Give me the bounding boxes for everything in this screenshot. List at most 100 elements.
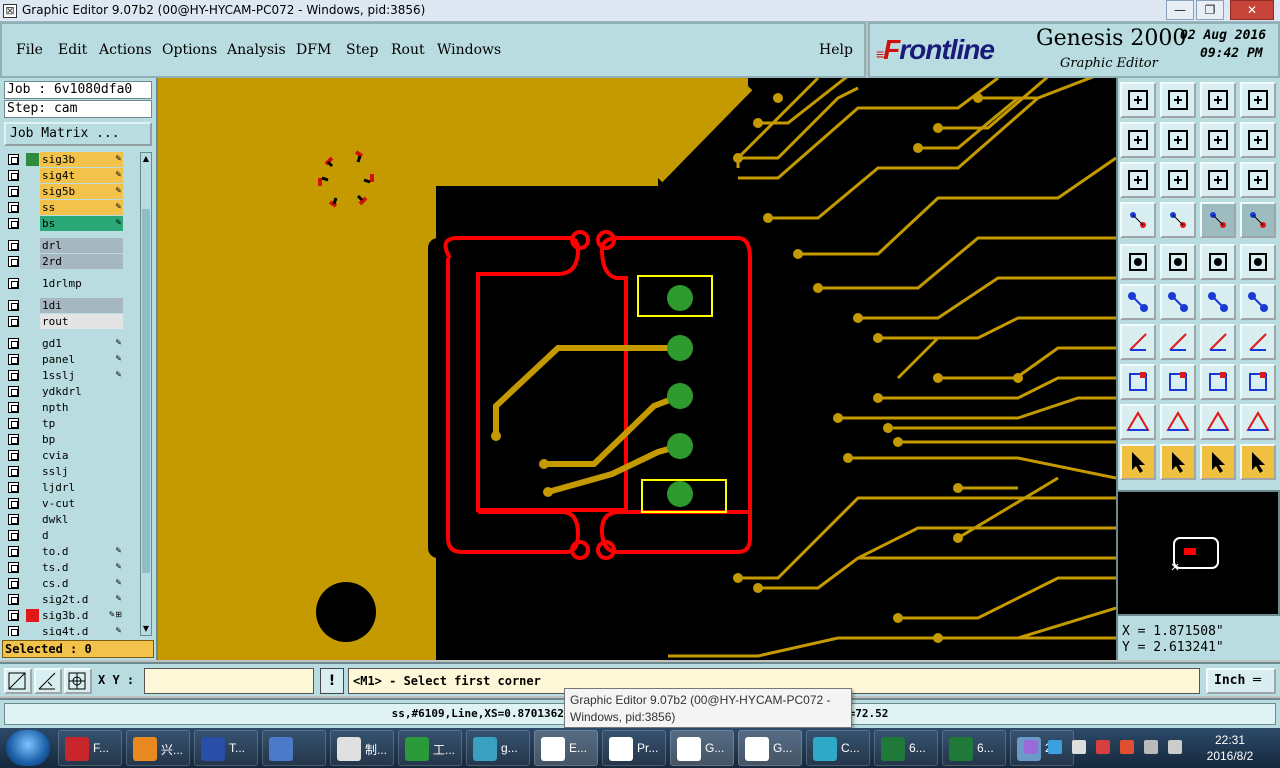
execute-button[interactable]: ! (320, 668, 344, 694)
layer-checkbox[interactable] (8, 386, 19, 397)
layer-swatch[interactable] (26, 255, 39, 268)
layer-swatch[interactable] (26, 401, 39, 414)
tray-icon[interactable] (1048, 740, 1062, 754)
menu-windows[interactable]: Windows (437, 42, 501, 58)
layer-row[interactable]: sig3b ✎ (4, 152, 138, 167)
layer-name[interactable]: to.d (40, 544, 123, 559)
layer-row[interactable]: ydkdrl (4, 384, 138, 399)
layer-name[interactable]: rout (40, 314, 123, 329)
layer-name[interactable]: 1sslj (40, 368, 123, 383)
layer-name[interactable]: 1di (40, 298, 123, 313)
taskbar-app-button[interactable]: C... (806, 730, 870, 766)
taskbar-clock[interactable]: 22:31 2016/8/2 (1192, 732, 1268, 764)
close-button[interactable]: ✕ (1230, 0, 1274, 20)
surface-icon[interactable] (1120, 364, 1156, 400)
select-alt-icon[interactable] (1160, 444, 1196, 480)
layer-checkbox[interactable] (8, 578, 19, 589)
flip-icon[interactable] (1240, 324, 1276, 360)
layer-checkbox[interactable] (8, 546, 19, 557)
layer-row[interactable]: sig4t.d ✎ (4, 624, 138, 636)
layer-row[interactable]: to.d ✎ (4, 544, 138, 559)
triangle-alt-icon[interactable] (1160, 404, 1196, 440)
layer-swatch[interactable] (26, 315, 39, 328)
layer-name[interactable]: ts.d (40, 560, 123, 575)
menu-step[interactable]: Step (346, 42, 378, 58)
maximize-button[interactable]: ❐ (1196, 0, 1224, 20)
layer-swatch[interactable] (26, 625, 39, 636)
move-left-icon[interactable] (1120, 122, 1156, 158)
scroll-up-icon[interactable]: ▲ (141, 153, 151, 165)
angle-mode-icon[interactable] (34, 668, 62, 694)
layer-swatch[interactable] (26, 153, 39, 166)
zoom-center-icon[interactable] (1160, 162, 1196, 198)
layer-row[interactable]: sig5b ✎ (4, 184, 138, 199)
layer-row[interactable]: rout (4, 314, 138, 329)
layer-checkbox[interactable] (8, 402, 19, 413)
layer-swatch[interactable] (26, 465, 39, 478)
layer-checkbox[interactable] (8, 562, 19, 573)
layer-row[interactable]: ss ✎ (4, 200, 138, 215)
layer-swatch[interactable] (26, 277, 39, 290)
network-icon[interactable] (1168, 740, 1182, 754)
layer-swatch[interactable] (26, 577, 39, 590)
menu-analysis[interactable]: Analysis (227, 42, 286, 58)
job-matrix-button[interactable]: Job Matrix ... (4, 122, 152, 146)
taskbar-app-button[interactable]: 兴... (126, 730, 190, 766)
triangle-icon[interactable] (1120, 404, 1156, 440)
layer-checkbox[interactable] (8, 530, 19, 541)
layer-row[interactable]: cvia (4, 448, 138, 463)
help-icon[interactable] (1240, 162, 1276, 198)
xy-input[interactable] (144, 668, 314, 694)
menu-rout[interactable]: Rout (391, 42, 425, 58)
minimize-button[interactable]: — (1166, 0, 1194, 20)
layer-checkbox[interactable] (8, 482, 19, 493)
layer-name[interactable]: npth (40, 400, 123, 415)
move-right-icon[interactable] (1160, 122, 1196, 158)
cross-icon[interactable] (1160, 284, 1196, 320)
layer-swatch[interactable] (26, 337, 39, 350)
layer-swatch[interactable] (26, 545, 39, 558)
layer-row[interactable]: sslj (4, 464, 138, 479)
grid-mode-icon[interactable] (64, 668, 92, 694)
layer-swatch[interactable] (26, 481, 39, 494)
app-icon[interactable]: ⊠ (3, 4, 17, 18)
tray-icon[interactable] (1024, 740, 1038, 754)
layer-swatch[interactable] (26, 185, 39, 198)
save-icon[interactable] (1160, 82, 1196, 118)
taskbar-app-button[interactable]: G... (738, 730, 802, 766)
layer-checkbox[interactable] (8, 186, 19, 197)
layer-swatch[interactable] (26, 433, 39, 446)
layer-row[interactable]: cs.d ✎ (4, 576, 138, 591)
split-icon[interactable] (1160, 364, 1196, 400)
taskbar-app-button[interactable]: Pr... (602, 730, 666, 766)
layer-name[interactable]: bs (40, 216, 123, 231)
start-button[interactable] (6, 730, 50, 766)
layer-name[interactable]: gd1 (40, 336, 123, 351)
layer-name[interactable]: bp (40, 432, 123, 447)
layer-row[interactable]: 1sslj ✎ (4, 368, 138, 383)
transform-icon[interactable] (1160, 244, 1196, 280)
taskbar-app-button[interactable]: 制... (330, 730, 394, 766)
triangle-blue-icon[interactable] (1240, 404, 1276, 440)
menu-help[interactable]: Help (819, 42, 853, 58)
layer-compare-icon[interactable] (1200, 202, 1236, 238)
layer-swatch[interactable] (26, 417, 39, 430)
overview-preview[interactable] (1116, 490, 1280, 616)
layer-checkbox[interactable] (8, 610, 19, 621)
layer-row[interactable]: dwkl (4, 512, 138, 527)
layer-name[interactable]: panel (40, 352, 123, 367)
layer-checkbox[interactable] (8, 202, 19, 213)
taskbar-app-button[interactable] (262, 730, 326, 766)
layer-checkbox[interactable] (8, 466, 19, 477)
swap-icon[interactable] (1200, 122, 1236, 158)
taskbar-app-button[interactable]: E... (534, 730, 598, 766)
pcb-drawing[interactable] (158, 78, 1116, 660)
layer-checkbox[interactable] (8, 316, 19, 327)
layer-swatch[interactable] (26, 217, 39, 230)
redraw-icon[interactable] (1240, 122, 1276, 158)
taskbar-app-button[interactable]: 工... (398, 730, 462, 766)
layer-row[interactable]: gd1 ✎ (4, 336, 138, 351)
layer-name[interactable]: 2rd (40, 254, 123, 269)
layer-swatch[interactable] (26, 169, 39, 182)
triangle-red-icon[interactable] (1200, 404, 1236, 440)
